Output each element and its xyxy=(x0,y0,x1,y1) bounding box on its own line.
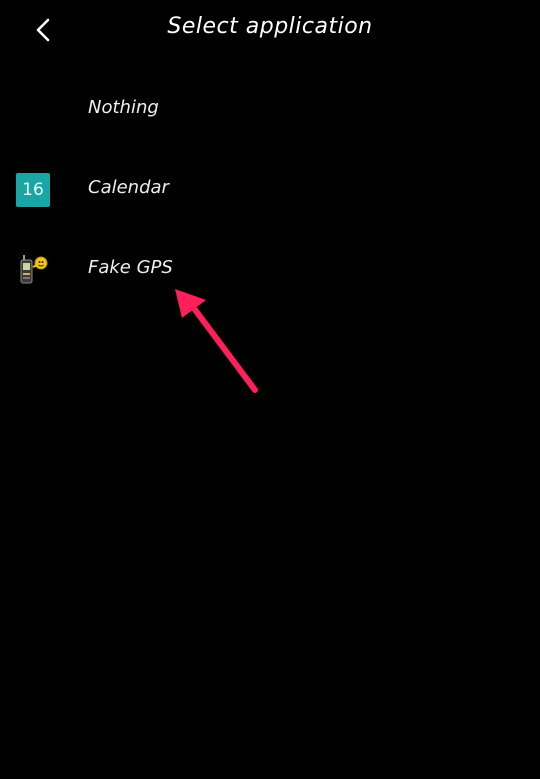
calendar-icon: 16 xyxy=(16,173,50,207)
top-bar: Select application xyxy=(0,0,540,60)
list-item-fake-gps[interactable]: Fake GPS xyxy=(0,229,540,309)
list-item-calendar[interactable]: 16 Calendar xyxy=(0,149,540,229)
list-item-nothing[interactable]: Nothing xyxy=(0,69,540,149)
page-title: Select application xyxy=(167,14,373,39)
app-label: Nothing xyxy=(88,97,159,118)
app-list: Nothing 16 Calendar Fake GPS xyxy=(0,69,540,309)
gps-device-icon xyxy=(20,255,48,284)
app-label: Calendar xyxy=(88,177,169,198)
app-label: Fake GPS xyxy=(88,257,173,278)
